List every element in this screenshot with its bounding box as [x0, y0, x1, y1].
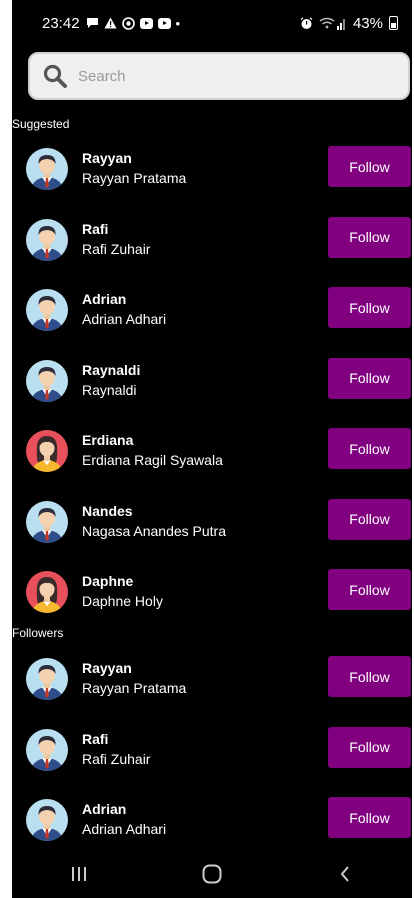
- full-name: Rayyan Pratama: [82, 680, 187, 696]
- recent-apps-icon: [71, 867, 86, 881]
- list-item[interactable]: Raynaldi Raynaldi Follow: [12, 357, 412, 406]
- full-name: Adrian Adhari: [82, 821, 167, 837]
- male-avatar-icon: [26, 289, 68, 331]
- username: Daphne: [82, 573, 134, 589]
- username: Raynaldi: [82, 361, 141, 378]
- follow-button[interactable]: Follow: [328, 656, 411, 697]
- search-icon: [43, 64, 67, 88]
- male-avatar-icon: [26, 799, 68, 841]
- home-icon: [202, 864, 222, 884]
- male-avatar-icon: [26, 359, 68, 402]
- username: Erdiana: [82, 432, 134, 448]
- navigation-bar: [12, 850, 412, 898]
- follow-button[interactable]: Follow: [328, 498, 411, 540]
- username: Adrian: [82, 801, 127, 817]
- full-name: Erdiana Ragil Syawala: [82, 452, 223, 468]
- username: Rafi: [82, 730, 109, 747]
- list-item[interactable]: Rayyan Rayyan Pratama Follow: [12, 656, 412, 704]
- search-bar[interactable]: [28, 52, 410, 100]
- status-time: 23:42: [42, 14, 80, 32]
- list-item[interactable]: Rafi Rafi Zuhair Follow: [12, 726, 412, 775]
- username: Adrian: [82, 291, 127, 307]
- alarm-icon: [300, 17, 313, 29]
- home-button[interactable]: [192, 859, 232, 889]
- follow-button[interactable]: Follow: [328, 428, 411, 469]
- wifi-signal-icon: [319, 17, 345, 30]
- recent-apps-button[interactable]: [59, 859, 99, 889]
- full-name: Rafi Zuhair: [82, 750, 151, 767]
- full-name: Rayyan Pratama: [82, 170, 187, 186]
- follow-button[interactable]: Follow: [328, 726, 411, 768]
- back-icon: [340, 866, 350, 882]
- list-item[interactable]: Erdiana Erdiana Ragil Syawala Follow: [12, 428, 412, 476]
- follow-button[interactable]: Follow: [328, 569, 411, 610]
- full-name: Raynaldi: [82, 381, 137, 398]
- chat-icon: [86, 18, 98, 28]
- follow-button[interactable]: Follow: [328, 146, 411, 187]
- follow-button[interactable]: Follow: [328, 287, 411, 328]
- battery-percent: 43%: [352, 14, 383, 32]
- username: Rafi: [82, 220, 109, 237]
- battery-icon: [389, 16, 398, 30]
- male-avatar-icon: [26, 728, 68, 771]
- section-title-suggested: Suggested: [12, 117, 70, 131]
- list-item[interactable]: Rayyan Rayyan Pratama Follow: [12, 146, 412, 194]
- male-avatar-icon: [26, 658, 68, 700]
- full-name: Rafi Zuhair: [82, 240, 151, 257]
- list-item[interactable]: Nandes Nagasa Anandes Putra Follow: [12, 498, 412, 547]
- female-avatar-icon: [26, 571, 68, 613]
- app-screen: 23:42 • 43% Search Suggested Rayyan Rayy…: [12, 0, 412, 898]
- search-input[interactable]: [78, 67, 378, 85]
- username: Rayyan: [82, 660, 132, 676]
- more-dot-icon: •: [175, 15, 181, 31]
- username: Nandes: [82, 502, 133, 519]
- female-avatar-icon: [26, 430, 68, 472]
- status-bar: 23:42 • 43%: [12, 0, 412, 46]
- follow-button[interactable]: Follow: [328, 216, 411, 258]
- status-left: 23:42 •: [42, 15, 180, 32]
- record-icon: [121, 16, 135, 30]
- follow-button[interactable]: Follow: [328, 797, 411, 838]
- follow-button[interactable]: Follow: [328, 357, 411, 399]
- youtube-icon: [139, 17, 153, 29]
- notification-icons: •: [86, 15, 181, 31]
- youtube-icon: [157, 17, 171, 29]
- list-item[interactable]: Adrian Adrian Adhari Follow: [12, 797, 412, 845]
- back-button[interactable]: [325, 859, 365, 889]
- full-name: Adrian Adhari: [82, 311, 167, 327]
- status-right: 43%: [300, 15, 398, 32]
- list-item[interactable]: Adrian Adrian Adhari Follow: [12, 287, 412, 335]
- section-title-followers: Followers: [12, 626, 64, 640]
- full-name: Nagasa Anandes Putra: [82, 522, 226, 539]
- full-name: Daphne Holy: [82, 593, 163, 609]
- list-item[interactable]: Rafi Rafi Zuhair Follow: [12, 216, 412, 265]
- male-avatar-icon: [26, 218, 68, 261]
- male-avatar-icon: [26, 500, 68, 543]
- list-item[interactable]: Daphne Daphne Holy Follow: [12, 569, 412, 617]
- warning-icon: [104, 17, 117, 29]
- username: Rayyan: [82, 150, 132, 166]
- male-avatar-icon: [26, 148, 68, 190]
